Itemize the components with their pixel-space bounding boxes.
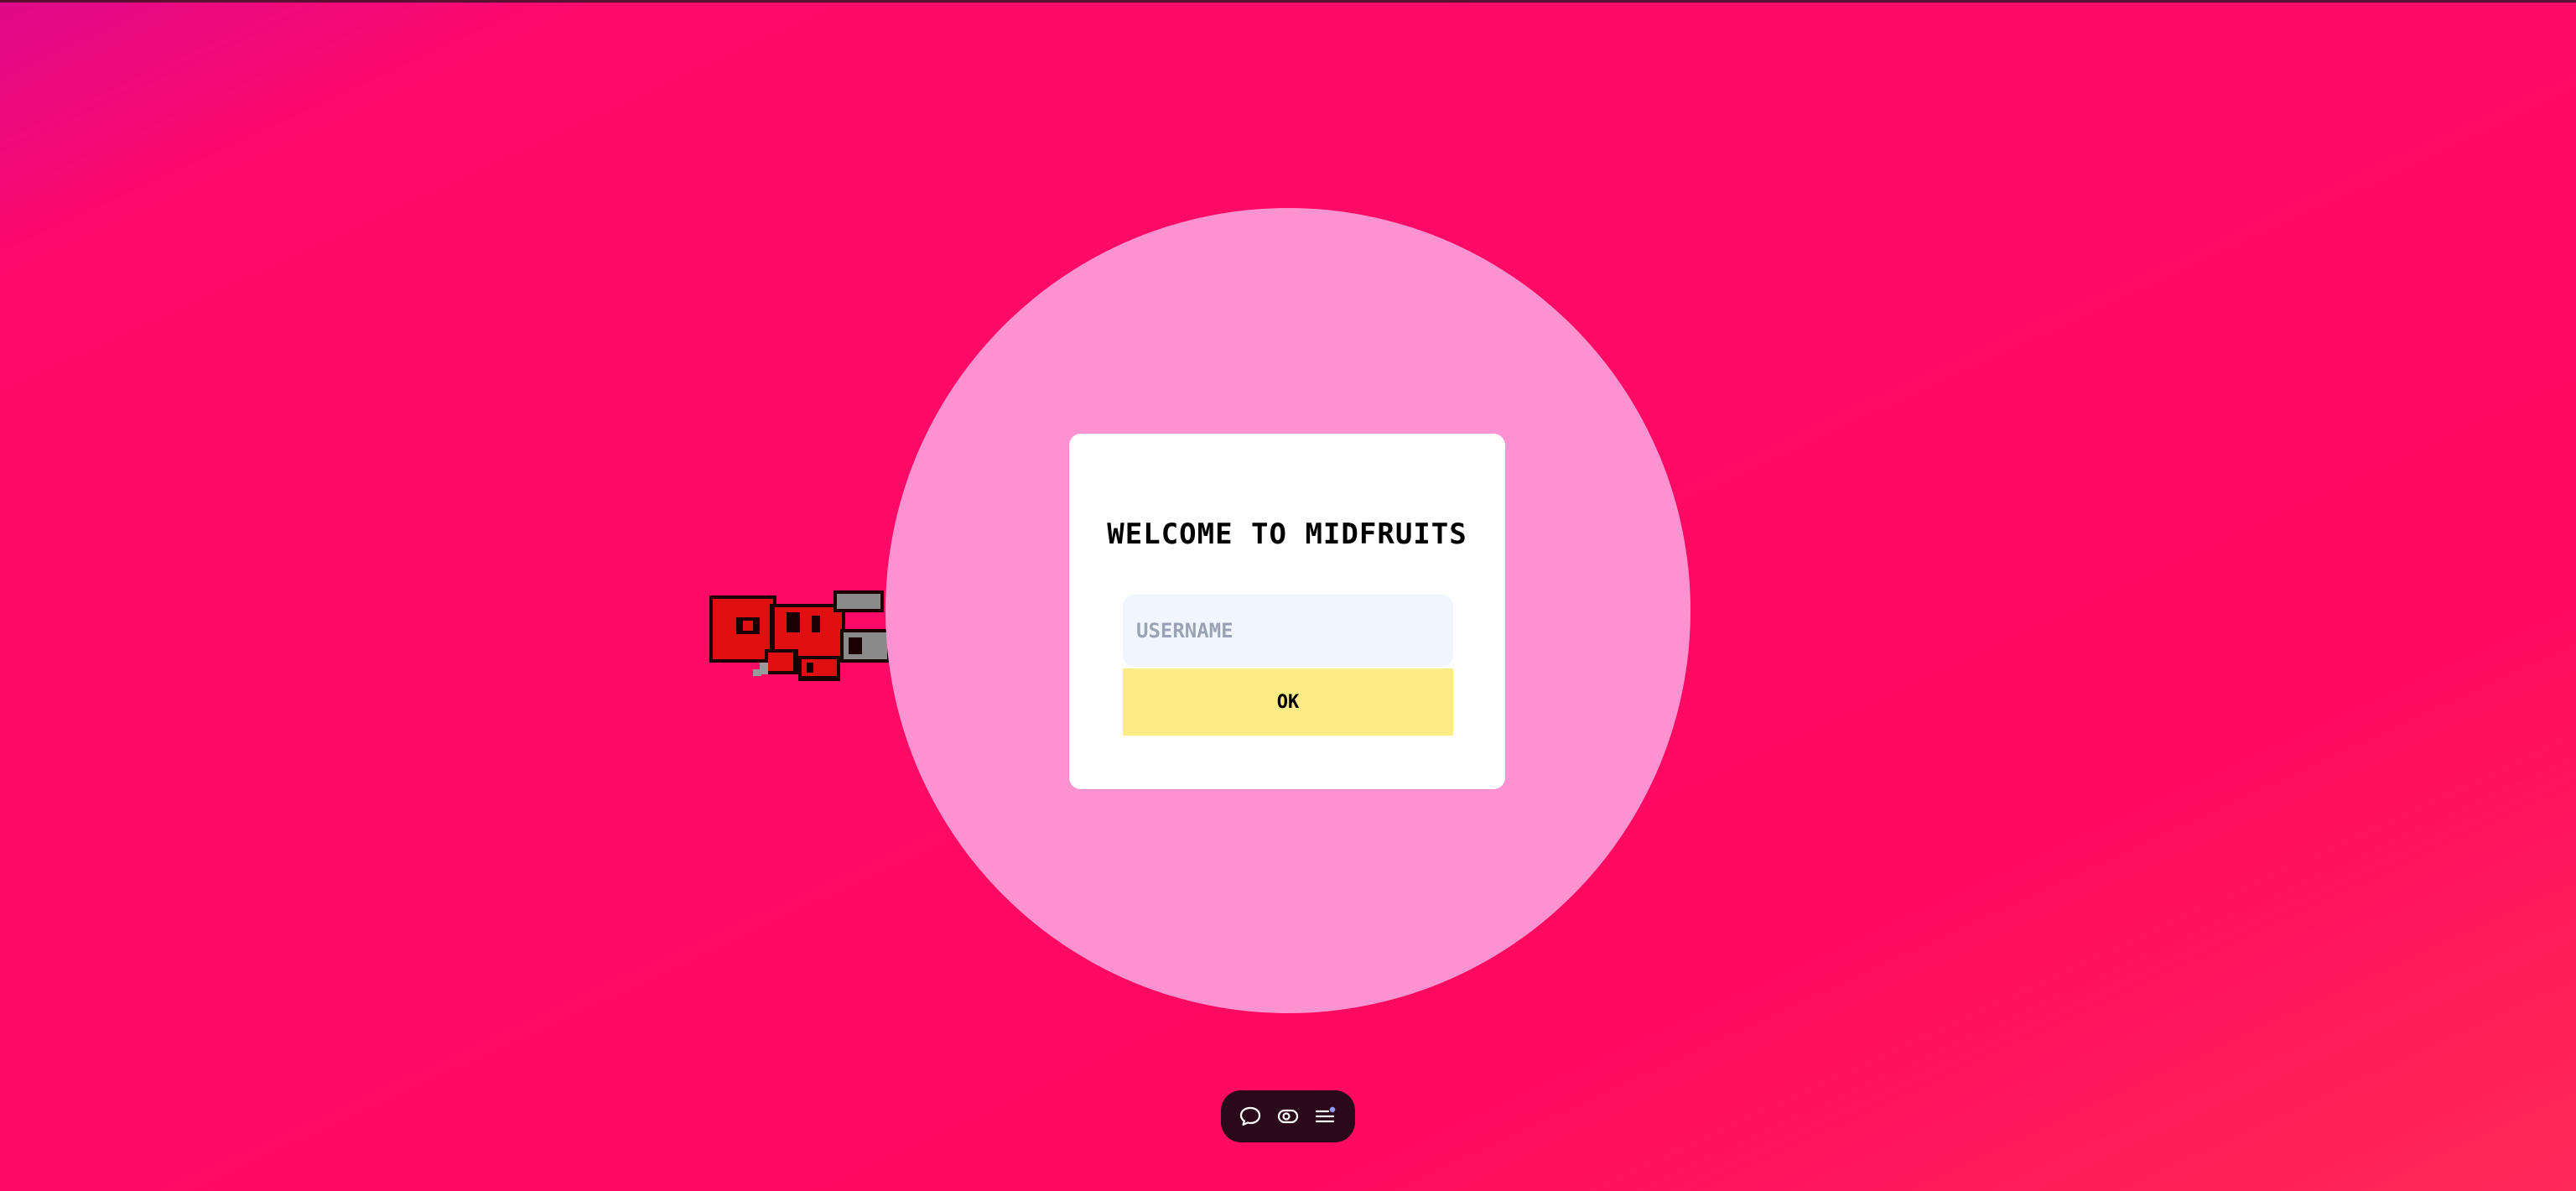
top-border <box>0 0 2576 3</box>
chat-icon <box>1239 1106 1260 1126</box>
welcome-dialog: WELCOME TO MIDFRUITS OK <box>1069 434 1505 789</box>
eye-icon <box>1277 1109 1299 1124</box>
menu-icon <box>1316 1106 1336 1123</box>
bottom-toolbar <box>1221 1090 1355 1142</box>
notification-dot <box>1330 1106 1336 1113</box>
ok-button[interactable]: OK <box>1123 668 1453 736</box>
view-button[interactable] <box>1273 1101 1303 1131</box>
username-input[interactable] <box>1123 595 1453 667</box>
dialog-title: WELCOME TO MIDFRUITS <box>1107 517 1467 551</box>
pixel-character-sprite <box>709 590 891 681</box>
menu-button[interactable] <box>1311 1101 1341 1131</box>
chat-button[interactable] <box>1235 1101 1265 1131</box>
